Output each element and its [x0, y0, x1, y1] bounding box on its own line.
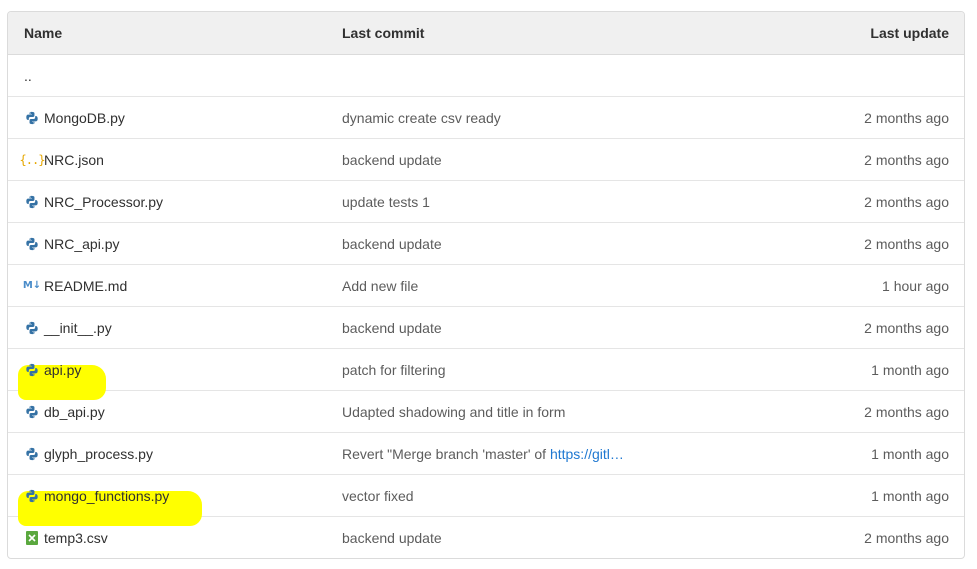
parent-directory-link[interactable]: .. — [8, 68, 32, 84]
commit-message-text[interactable]: update tests 1 — [342, 194, 430, 210]
table-row[interactable]: db_api.py Udapted shadowing and title in … — [8, 391, 964, 433]
python-icon — [24, 320, 40, 336]
commit-message-text[interactable]: backend update — [342, 530, 442, 546]
python-icon — [24, 404, 40, 420]
file-name-link[interactable]: temp3.csv — [44, 530, 108, 546]
table-row[interactable]: glyph_process.py Revert "Merge branch 'ma… — [8, 433, 964, 475]
file-name-link[interactable]: mongo_functions.py — [44, 488, 169, 504]
header-last-update: Last update — [870, 25, 949, 41]
file-name-link[interactable]: api.py — [44, 362, 81, 378]
last-update-time: 2 months ago — [864, 235, 949, 252]
file-name-link[interactable]: glyph_process.py — [44, 446, 153, 462]
table-row[interactable]: M↓ README.md Add new file 1 hour ago — [8, 265, 964, 307]
commit-message[interactable]: dynamic create csv ready — [325, 110, 764, 126]
json-icon: {..} — [19, 152, 46, 167]
file-name-cell: temp3.csv — [8, 530, 325, 546]
last-update-time: 1 month ago — [871, 487, 949, 504]
file-name-cell: db_api.py — [8, 404, 325, 420]
commit-message[interactable]: backend update — [325, 152, 764, 168]
file-name-link[interactable]: NRC.json — [44, 152, 104, 168]
commit-message-text[interactable]: Udapted shadowing and title in form — [342, 404, 565, 420]
commit-message[interactable]: vector fixed — [325, 488, 764, 504]
commit-message[interactable]: backend update — [325, 236, 764, 252]
table-row[interactable]: NRC_api.py backend update 2 months ago — [8, 223, 964, 265]
commit-message[interactable]: patch for filtering — [325, 362, 764, 378]
commit-url-link[interactable]: https://gitl… — [550, 446, 624, 462]
last-update-time: 2 months ago — [864, 403, 949, 420]
parent-directory-row[interactable]: .. — [8, 55, 964, 97]
markdown-icon: M↓ — [22, 280, 42, 291]
python-icon — [24, 488, 40, 504]
file-name-cell: NRC_Processor.py — [8, 194, 325, 210]
file-name-cell: {..} NRC.json — [8, 152, 325, 168]
python-icon — [24, 194, 40, 210]
table-row[interactable]: {..} NRC.json backend update 2 months ago — [8, 139, 964, 181]
file-name-cell: MongoDB.py — [8, 110, 325, 126]
python-icon — [24, 110, 40, 126]
header-last-commit: Last commit — [342, 25, 425, 41]
commit-message[interactable]: backend update — [325, 530, 764, 546]
file-table: Name Last commit Last update .. MongoDB.… — [7, 11, 965, 559]
table-header: Name Last commit Last update — [8, 12, 964, 55]
file-name-cell: mongo_functions.py — [8, 488, 325, 526]
commit-message-text[interactable]: patch for filtering — [342, 362, 446, 378]
commit-message-text[interactable]: backend update — [342, 320, 442, 336]
file-name-link[interactable]: __init__.py — [44, 320, 112, 336]
file-name-cell: __init__.py — [8, 320, 325, 336]
last-update-time: 2 months ago — [864, 109, 949, 126]
last-update-time: 2 months ago — [864, 151, 949, 168]
table-row[interactable]: NRC_Processor.py update tests 1 2 months a… — [8, 181, 964, 223]
python-icon — [24, 362, 40, 378]
commit-message[interactable]: Revert "Merge branch 'master' of https:/… — [325, 446, 764, 462]
commit-message-text[interactable]: Add new file — [342, 278, 418, 294]
commit-message-text[interactable]: backend update — [342, 152, 442, 168]
commit-message-text[interactable]: Revert "Merge branch 'master' of — [342, 446, 550, 462]
file-name-cell: api.py — [8, 362, 325, 400]
last-update-time: 1 hour ago — [882, 277, 949, 294]
table-row[interactable]: __init__.py backend update 2 months ago — [8, 307, 964, 349]
file-name-cell: glyph_process.py — [8, 446, 325, 462]
last-update-time: 2 months ago — [864, 193, 949, 210]
commit-message-text[interactable]: vector fixed — [342, 488, 414, 504]
file-name-cell: M↓ README.md — [8, 278, 325, 294]
last-update-time: 1 month ago — [871, 445, 949, 462]
commit-message[interactable]: Add new file — [325, 278, 764, 294]
table-row[interactable]: mongo_functions.py vector fixed 1 month ag… — [8, 475, 964, 526]
commit-message-text[interactable]: dynamic create csv ready — [342, 110, 501, 126]
table-row[interactable]: MongoDB.py dynamic create csv ready 2 mont… — [8, 97, 964, 139]
commit-message[interactable]: update tests 1 — [325, 194, 764, 210]
commit-message-text[interactable]: backend update — [342, 236, 442, 252]
file-name-link[interactable]: MongoDB.py — [44, 110, 125, 126]
file-name-cell: NRC_api.py — [8, 236, 325, 252]
file-name-link[interactable]: NRC_Processor.py — [44, 194, 163, 210]
header-name: Name — [24, 25, 63, 41]
csv-icon — [24, 530, 40, 546]
table-row[interactable]: api.py patch for filtering 1 month ago — [8, 349, 964, 400]
file-name-link[interactable]: db_api.py — [44, 404, 105, 420]
python-icon — [24, 446, 40, 462]
last-update-time: 1 month ago — [871, 361, 949, 378]
last-update-time: 2 months ago — [864, 529, 949, 546]
commit-message[interactable]: backend update — [325, 320, 764, 336]
last-update-time: 2 months ago — [864, 319, 949, 336]
commit-message[interactable]: Udapted shadowing and title in form — [325, 404, 764, 420]
file-name-link[interactable]: README.md — [44, 278, 127, 294]
file-name-link[interactable]: NRC_api.py — [44, 236, 119, 252]
python-icon — [24, 236, 40, 252]
